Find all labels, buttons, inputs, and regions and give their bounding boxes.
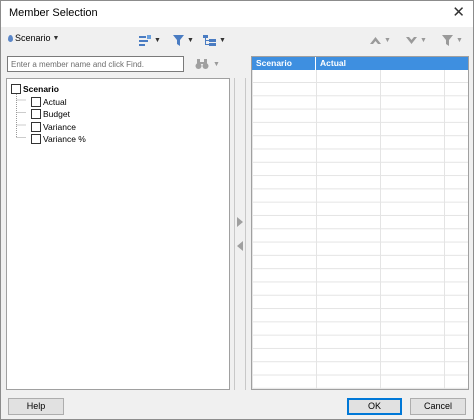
dimension-icon <box>8 34 13 42</box>
window-title: Member Selection <box>9 7 98 19</box>
checkbox[interactable] <box>11 84 21 95</box>
remove-selection-arrow-icon[interactable] <box>235 240 245 252</box>
selection-panel: Scenario Actual <box>251 56 469 390</box>
dimension-label: Scenario <box>15 33 51 43</box>
panel-divider <box>233 78 247 390</box>
move-up-button[interactable]: ▼ <box>370 33 391 47</box>
tree-view-button[interactable]: ▼ <box>203 33 226 47</box>
filter-right-button[interactable]: ▼ <box>442 33 463 47</box>
checkbox[interactable] <box>31 121 41 132</box>
tree-item-label: Variance <box>43 121 76 132</box>
chevron-down-icon: ▼ <box>154 36 161 44</box>
tree-item-label: Budget <box>43 109 70 120</box>
column-header-scenario: Scenario <box>252 57 316 70</box>
checkbox[interactable] <box>31 96 41 107</box>
chevron-down-icon: ▼ <box>456 36 463 44</box>
member-selection-dialog: Member Selection ✕ Scenario ▼ ▼ ▼ ▼ ▼ ▼ … <box>0 0 474 420</box>
tree-item-budget[interactable]: Budget <box>11 108 86 121</box>
tree-item-variance-percent[interactable]: Variance % <box>11 133 86 146</box>
help-button[interactable]: Help <box>8 398 64 415</box>
tree-item-label: Actual <box>43 96 67 107</box>
divider-line <box>245 78 246 390</box>
member-tree: Scenario Actual Budget Variance Variance… <box>11 83 86 146</box>
move-down-button[interactable]: ▼ <box>406 33 427 47</box>
find-button[interactable]: ▼ <box>195 57 220 71</box>
layout-button[interactable]: ▼ <box>139 33 161 47</box>
toolbar: Scenario ▼ ▼ ▼ ▼ ▼ ▼ ▼ <box>1 29 473 51</box>
chevron-down-icon: ▼ <box>384 36 391 44</box>
search-input[interactable] <box>7 56 184 72</box>
column-header-actual: Actual <box>320 58 346 68</box>
tree-item-label: Variance % <box>43 134 86 145</box>
filter-button[interactable]: ▼ <box>173 33 194 47</box>
move-down-icon <box>406 36 417 44</box>
divider-line <box>234 78 235 390</box>
binoculars-icon <box>195 59 209 69</box>
tree-view-icon <box>203 34 216 46</box>
layout-icon <box>139 34 151 46</box>
chevron-down-icon: ▼ <box>219 36 226 44</box>
filter-icon <box>173 34 184 46</box>
dimension-dropdown[interactable]: Scenario ▼ <box>8 33 59 43</box>
chevron-down-icon: ▼ <box>187 36 194 44</box>
move-up-icon <box>370 36 381 44</box>
chevron-down-icon: ▼ <box>213 60 220 68</box>
cancel-button[interactable]: Cancel <box>410 398 466 415</box>
checkbox[interactable] <box>31 109 41 120</box>
ok-button[interactable]: OK <box>347 398 402 415</box>
member-tree-panel: Scenario Actual Budget Variance Variance… <box>6 78 230 390</box>
title-bar: Member Selection ✕ <box>1 1 473 27</box>
tree-item-variance[interactable]: Variance <box>11 121 86 134</box>
chevron-down-icon: ▼ <box>420 36 427 44</box>
tree-item-label: Scenario <box>23 84 59 95</box>
tree-root-item[interactable]: Scenario <box>11 83 86 96</box>
filter-right-icon <box>442 34 453 46</box>
add-selection-arrow-icon[interactable] <box>235 216 245 228</box>
chevron-down-icon: ▼ <box>52 34 60 42</box>
checkbox[interactable] <box>31 134 41 145</box>
tree-item-actual[interactable]: Actual <box>11 96 86 109</box>
selection-grid-header: Scenario Actual <box>252 57 468 70</box>
selection-grid-body[interactable] <box>252 70 468 389</box>
close-icon[interactable]: ✕ <box>452 4 465 22</box>
